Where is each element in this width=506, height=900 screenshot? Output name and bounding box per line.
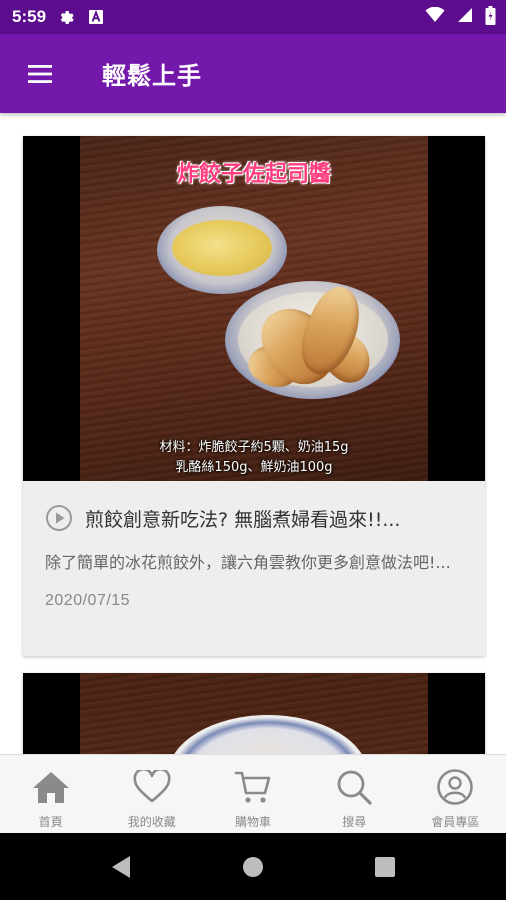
user-icon xyxy=(435,767,475,807)
nav-item-member[interactable]: 會員專區 xyxy=(405,755,506,834)
content-feed[interactable]: 炸餃子佐起司醬 材料：炸脆餃子約5顆、奶油15g 乳酪絲150g、鮮奶油100g xyxy=(0,113,506,754)
battery-icon xyxy=(485,5,496,29)
font-icon xyxy=(88,9,104,25)
card-body: 煎餃創意新吃法? 無腦煮婦看過來!!... 除了簡單的冰花煎餃外，讓六角雲教你更… xyxy=(23,504,485,610)
play-icon[interactable] xyxy=(45,504,73,532)
card-date: 2020/07/15 xyxy=(45,592,131,609)
nav-label: 購物車 xyxy=(235,815,272,829)
recipe-card[interactable] xyxy=(23,673,485,754)
recipe-thumbnail[interactable] xyxy=(23,673,485,754)
signal-icon xyxy=(457,7,473,27)
wifi-icon xyxy=(425,6,445,27)
recipe-card[interactable]: 炸餃子佐起司醬 材料：炸脆餃子約5顆、奶油15g 乳酪絲150g、鮮奶油100g xyxy=(23,136,485,656)
status-bar: 5:59 xyxy=(0,0,506,34)
nav-label: 首頁 xyxy=(38,815,63,829)
nav-item-cart[interactable]: 購物車 xyxy=(202,755,303,834)
recipe-thumbnail[interactable]: 炸餃子佐起司醬 材料：炸脆餃子約5顆、奶油15g 乳酪絲150g、鮮奶油100g xyxy=(23,136,485,481)
recipe-photo: 炸餃子佐起司醬 材料：炸脆餃子約5顆、奶油15g 乳酪絲150g、鮮奶油100g xyxy=(80,136,428,481)
nav-label: 搜尋 xyxy=(342,815,367,829)
nav-item-favorites[interactable]: 我的收藏 xyxy=(101,755,202,834)
search-icon xyxy=(334,767,374,807)
photo-title: 炸餃子佐起司醬 xyxy=(176,162,331,187)
cart-icon xyxy=(233,767,273,807)
home-circle-icon[interactable] xyxy=(233,847,273,887)
status-time: 5:59 xyxy=(12,7,47,26)
gear-icon xyxy=(58,8,76,26)
app-bar: 輕鬆上手 xyxy=(0,34,506,113)
page-title: 輕鬆上手 xyxy=(102,62,202,90)
nav-item-home[interactable]: 首頁 xyxy=(0,755,101,834)
system-nav-bar xyxy=(0,833,506,900)
heart-icon xyxy=(132,767,172,807)
ingredients-line-1: 材料：炸脆餃子約5顆、奶油15g xyxy=(159,440,349,455)
card-description: 除了簡單的冰花煎餃外，讓六角雲教你更多創意做法吧!... xyxy=(45,553,451,572)
home-icon xyxy=(31,767,71,807)
nav-label: 會員專區 xyxy=(431,815,480,829)
nav-label: 我的收藏 xyxy=(127,815,176,829)
back-icon[interactable] xyxy=(101,847,141,887)
card-title-row[interactable]: 煎餃創意新吃法? 無腦煮婦看過來!!... xyxy=(45,504,463,532)
recipe-photo xyxy=(80,673,428,754)
status-right-icons xyxy=(425,0,496,34)
app-screen: 5:59 輕鬆上手 炸餃子佐起司醬 材料：炸脆餃子約5顆、奶油15g 乳酪絲15… xyxy=(0,0,506,900)
nav-item-search[interactable]: 搜尋 xyxy=(304,755,405,834)
ingredients-line-2: 乳酪絲150g、鮮奶油100g xyxy=(175,460,333,475)
recents-icon[interactable] xyxy=(365,847,405,887)
bottom-nav: 首頁 我的收藏 購物車 搜尋 會員專區 xyxy=(0,754,506,834)
card-title[interactable]: 煎餃創意新吃法? 無腦煮婦看過來!!... xyxy=(85,505,463,532)
hamburger-menu-icon[interactable] xyxy=(20,54,60,94)
